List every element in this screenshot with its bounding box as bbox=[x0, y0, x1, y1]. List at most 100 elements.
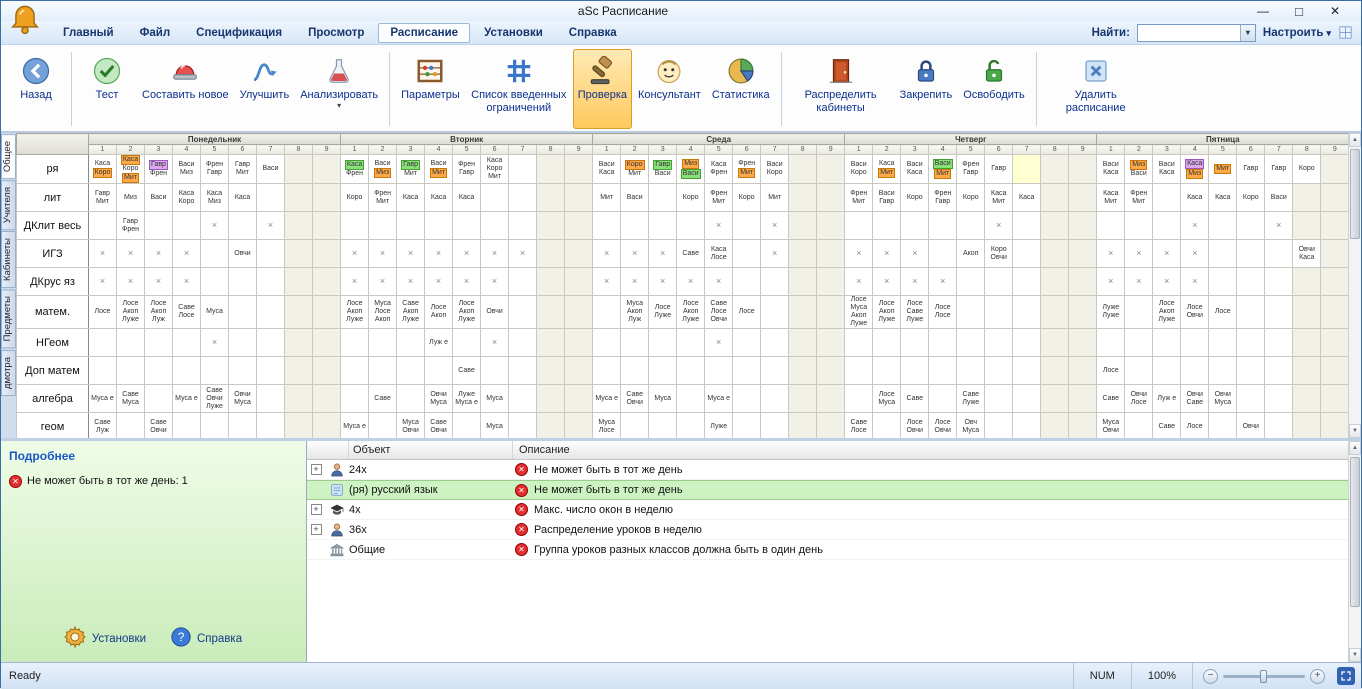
layout-grid-icon[interactable] bbox=[1338, 25, 1353, 40]
timetable-cell[interactable] bbox=[341, 212, 369, 240]
timetable-cell[interactable]: КасаМит bbox=[873, 155, 901, 184]
timetable-cell[interactable] bbox=[985, 296, 1013, 329]
timetable-cell[interactable]: Коро bbox=[957, 184, 985, 212]
timetable-cell[interactable] bbox=[285, 413, 313, 439]
timetable-cell[interactable] bbox=[1293, 413, 1321, 439]
timetable-cell[interactable] bbox=[649, 329, 677, 357]
timetable-cell[interactable]: СавеОвчи bbox=[621, 385, 649, 413]
timetable-cell[interactable]: Муса bbox=[649, 385, 677, 413]
timetable-cell[interactable]: × bbox=[929, 268, 957, 296]
zoom-slider-thumb[interactable] bbox=[1260, 670, 1267, 683]
timetable-cell[interactable] bbox=[1293, 385, 1321, 413]
timetable-cell[interactable]: × bbox=[201, 329, 229, 357]
timetable-cell[interactable] bbox=[817, 329, 845, 357]
timetable-cell[interactable] bbox=[1293, 357, 1321, 385]
timetable-cell[interactable]: Муса bbox=[201, 296, 229, 329]
timetable-cell[interactable] bbox=[1237, 240, 1265, 268]
timetable-cell[interactable]: Каса bbox=[453, 184, 481, 212]
timetable-cell[interactable]: Васи bbox=[145, 184, 173, 212]
timetable-cell[interactable]: Саве bbox=[677, 240, 705, 268]
subject-row-label[interactable]: ИГЗ bbox=[17, 240, 89, 268]
timetable-cell[interactable]: ФренМит bbox=[733, 155, 761, 184]
timetable-cell[interactable]: Гавр bbox=[1265, 155, 1293, 184]
timetable-cell[interactable] bbox=[733, 413, 761, 439]
column-header-description[interactable]: Описание bbox=[513, 441, 1348, 459]
timetable-cell[interactable] bbox=[1041, 212, 1069, 240]
timetable-cell[interactable]: Каса bbox=[425, 184, 453, 212]
timetable-cell[interactable] bbox=[1209, 413, 1237, 439]
timetable-cell[interactable] bbox=[1265, 240, 1293, 268]
timetable-cell[interactable] bbox=[817, 240, 845, 268]
timetable-cell[interactable] bbox=[817, 357, 845, 385]
timetable-cell[interactable] bbox=[649, 413, 677, 439]
timetable-cell[interactable]: ОвчиЛосе bbox=[1125, 385, 1153, 413]
scroll-up-icon[interactable] bbox=[1349, 133, 1361, 147]
timetable-cell[interactable] bbox=[845, 357, 873, 385]
timetable-cell[interactable] bbox=[985, 413, 1013, 439]
timetable-cell[interactable]: × bbox=[985, 212, 1013, 240]
timetable-cell[interactable]: ЛосеМусаАкопЛуже bbox=[845, 296, 873, 329]
timetable-cell[interactable] bbox=[397, 385, 425, 413]
timetable-cell[interactable] bbox=[257, 296, 285, 329]
timetable-cell[interactable] bbox=[257, 184, 285, 212]
timetable-cell[interactable] bbox=[117, 357, 145, 385]
timetable-cell[interactable] bbox=[285, 268, 313, 296]
timetable-cell[interactable]: СавеОвчиЛуже bbox=[201, 385, 229, 413]
toolbar-button-Назад[interactable]: Назад bbox=[7, 49, 65, 129]
timetable-cell[interactable]: СавеМуса bbox=[117, 385, 145, 413]
timetable-cell[interactable]: ОвчМуса bbox=[957, 413, 985, 439]
timetable-cell[interactable]: × bbox=[145, 240, 173, 268]
timetable-cell[interactable] bbox=[873, 357, 901, 385]
timetable-cell[interactable] bbox=[565, 184, 593, 212]
toolbar-button-Освободить[interactable]: Освободить bbox=[958, 49, 1029, 129]
timetable-cell[interactable]: ЛосеАкопЛуже bbox=[453, 296, 481, 329]
timetable-cell[interactable]: Коро bbox=[733, 184, 761, 212]
timetable-cell[interactable] bbox=[677, 385, 705, 413]
timetable-cell[interactable]: ОвчиМуса bbox=[229, 385, 257, 413]
timetable-cell[interactable]: × bbox=[453, 268, 481, 296]
timetable-cell[interactable] bbox=[1209, 268, 1237, 296]
timetable-cell[interactable]: Акоп bbox=[957, 240, 985, 268]
timetable-cell[interactable] bbox=[145, 212, 173, 240]
timetable-cell[interactable]: МусаЛосеАкоп bbox=[369, 296, 397, 329]
timetable-cell[interactable] bbox=[313, 212, 341, 240]
timetable-cell[interactable]: ЛосеЛуже bbox=[649, 296, 677, 329]
timetable-cell[interactable]: КороОвчи bbox=[985, 240, 1013, 268]
timetable-cell[interactable] bbox=[313, 413, 341, 439]
timetable-cell[interactable]: ВасиКаса bbox=[1153, 155, 1181, 184]
timetable-cell[interactable]: × bbox=[705, 268, 733, 296]
zoom-out-button[interactable] bbox=[1203, 669, 1218, 684]
timetable-cell[interactable] bbox=[201, 357, 229, 385]
timetable-cell[interactable] bbox=[397, 357, 425, 385]
timetable-cell[interactable]: Лосе bbox=[89, 296, 117, 329]
timetable-cell[interactable] bbox=[1321, 413, 1348, 439]
timetable-cell[interactable] bbox=[873, 413, 901, 439]
timetable-cell[interactable] bbox=[509, 212, 537, 240]
menu-item-Главный[interactable]: Главный bbox=[51, 23, 126, 43]
timetable-cell[interactable] bbox=[1013, 296, 1041, 329]
timetable-cell[interactable] bbox=[1153, 212, 1181, 240]
timetable-cell[interactable]: × bbox=[873, 268, 901, 296]
timetable-cell[interactable] bbox=[705, 357, 733, 385]
timetable-cell[interactable] bbox=[1097, 329, 1125, 357]
subject-row-label[interactable]: лит bbox=[17, 184, 89, 212]
timetable-cell[interactable]: ЛосеАкопЛуже bbox=[873, 296, 901, 329]
toolbar-button-Закрепить[interactable]: Закрепить bbox=[895, 49, 958, 129]
timetable-cell[interactable] bbox=[845, 329, 873, 357]
timetable-cell[interactable] bbox=[733, 240, 761, 268]
timetable-cell[interactable]: × bbox=[845, 268, 873, 296]
timetable-cell[interactable]: Муса bbox=[481, 413, 509, 439]
timetable-cell[interactable] bbox=[397, 212, 425, 240]
timetable-cell[interactable] bbox=[285, 184, 313, 212]
timetable-cell[interactable]: ВасиКаса bbox=[593, 155, 621, 184]
timetable-cell[interactable] bbox=[649, 212, 677, 240]
timetable-cell[interactable]: ГаврФрен bbox=[145, 155, 173, 184]
timetable-cell[interactable]: МусаЛосе bbox=[593, 413, 621, 439]
toolbar-button-Консультант[interactable]: Консультант bbox=[633, 49, 706, 129]
issue-row[interactable]: ОбщиеГруппа уроков разных классов должна… bbox=[307, 540, 1348, 560]
timetable-cell[interactable] bbox=[313, 268, 341, 296]
subject-row-label[interactable]: алгебра bbox=[17, 385, 89, 413]
timetable-cell[interactable]: КасаМиз bbox=[201, 184, 229, 212]
timetable-cell[interactable] bbox=[565, 329, 593, 357]
timetable-cell[interactable]: × bbox=[481, 240, 509, 268]
